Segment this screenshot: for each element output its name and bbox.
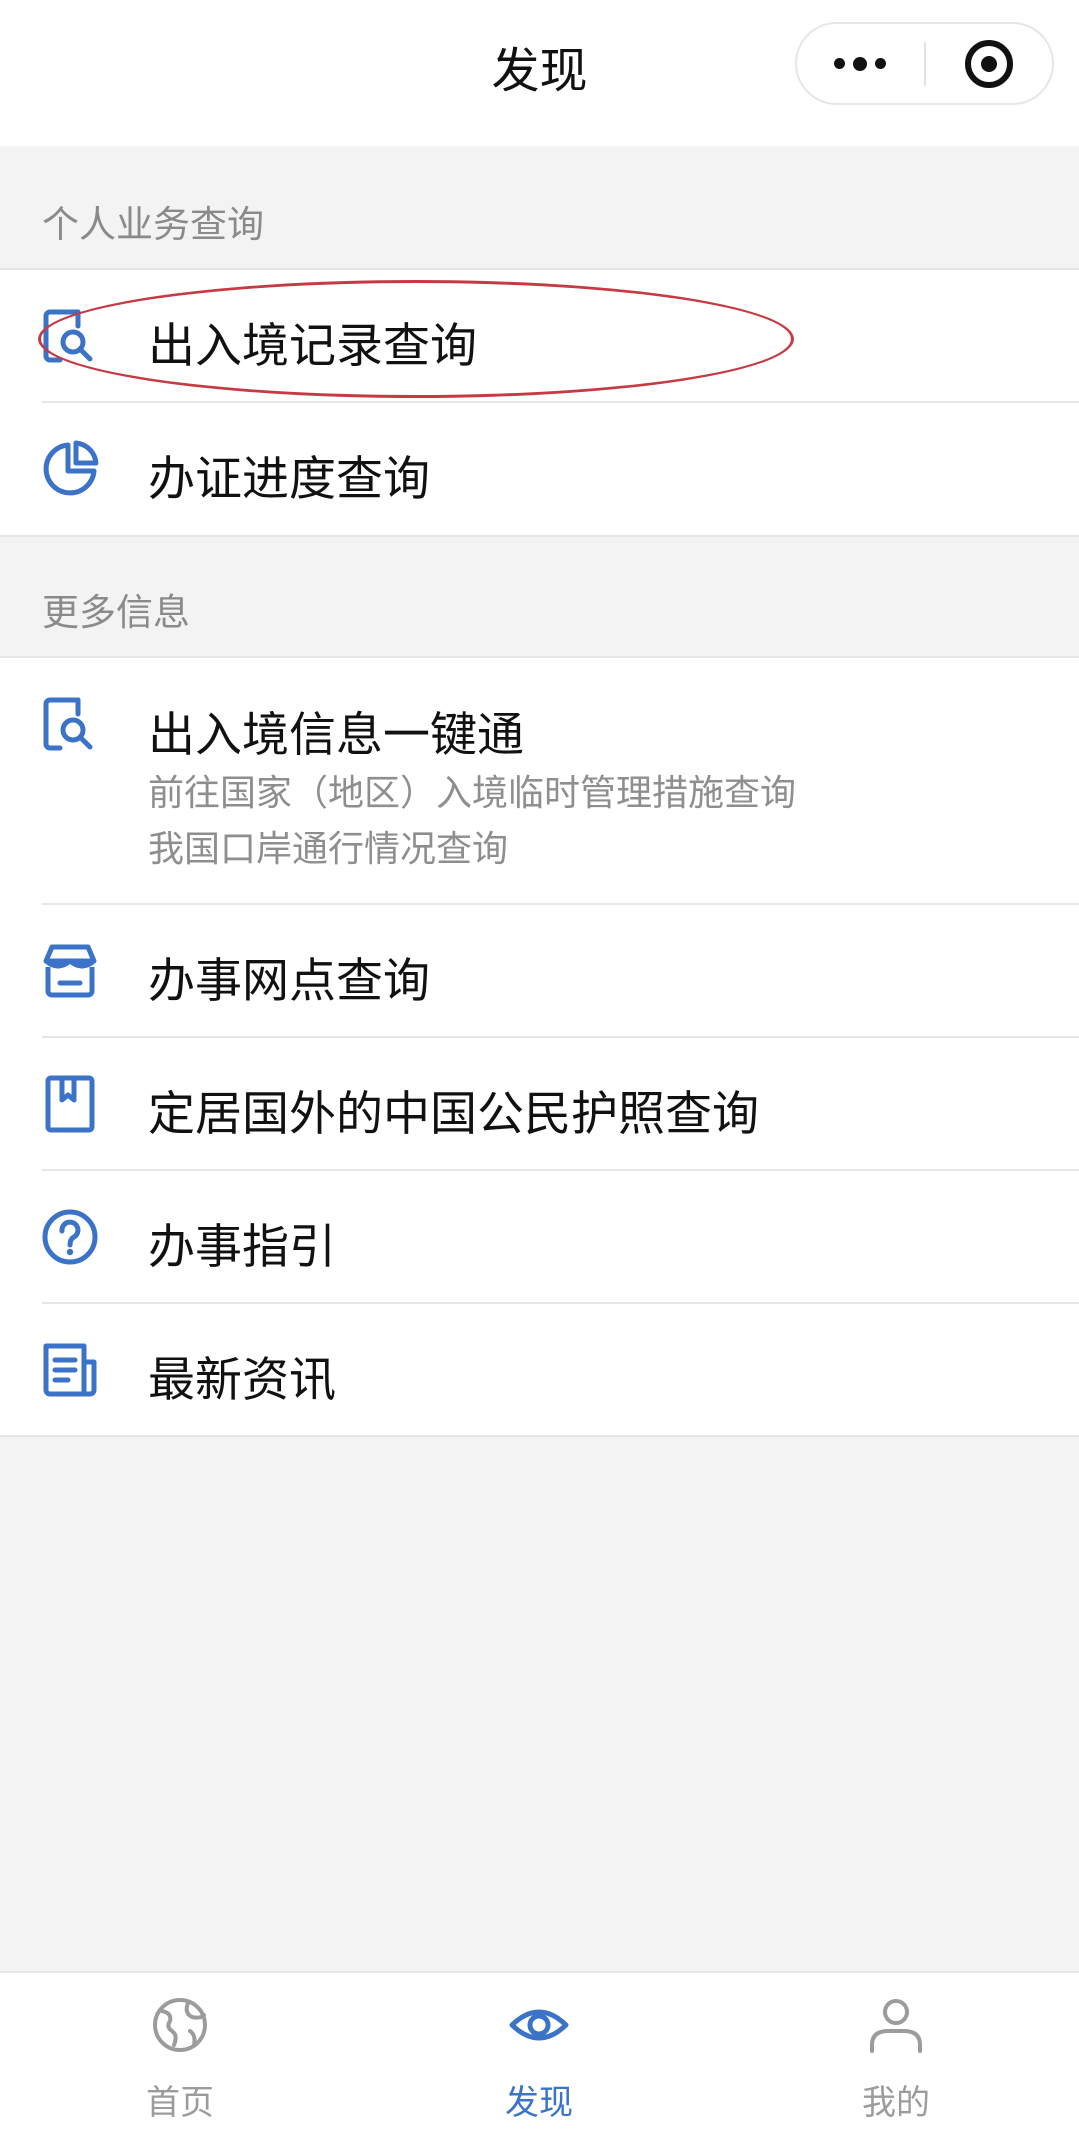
store-icon (43, 944, 97, 998)
more-dots-icon (834, 56, 887, 71)
more-button[interactable] (797, 24, 924, 103)
passport-book-icon (45, 1075, 95, 1133)
list-item-latest-news[interactable]: 最新资讯 (0, 1304, 1079, 1437)
list-item-title: 定居国外的中国公民护照查询 (148, 1087, 759, 1142)
list-item-application-progress[interactable]: 办证进度查询 (0, 403, 1079, 536)
news-icon (43, 1343, 97, 1397)
section-label-personal: 个人业务查询 (42, 203, 264, 246)
tab-discover[interactable]: 发现 (419, 1973, 659, 2141)
list-item-title: 出入境信息一键通 (148, 708, 524, 763)
user-icon (870, 1999, 922, 2053)
target-icon (964, 39, 1013, 88)
close-mini-program-button[interactable] (926, 24, 1053, 103)
globe-icon (153, 1998, 207, 2052)
tab-bar: 首页 发现 我的 (0, 1971, 1079, 2141)
tab-label: 发现 (505, 2083, 573, 2123)
list-item-subtitle: 我国口岸通行情况查询 (148, 829, 509, 870)
mini-program-capsule (795, 22, 1054, 105)
list-item-overseas-passport[interactable]: 定居国外的中国公民护照查询 (0, 1038, 1079, 1171)
question-circle-icon (42, 1209, 98, 1265)
tab-home[interactable]: 首页 (60, 1973, 300, 2141)
tab-label: 首页 (146, 2083, 214, 2123)
list-item-entry-exit-info[interactable]: 出入境信息一键通 前往国家（地区）入境临时管理措施查询 我国口岸通行情况查询 (0, 658, 1079, 905)
tab-mine[interactable]: 我的 (776, 1973, 1016, 2141)
section-label-more-info: 更多信息 (42, 591, 190, 634)
list-item-service-guide[interactable]: 办事指引 (0, 1171, 1079, 1304)
personal-query-card: 出入境记录查询 办证进度查询 (0, 268, 1079, 537)
list-item-title: 最新资讯 (148, 1353, 336, 1408)
pie-chart-icon (43, 440, 99, 496)
list-item-service-outlets[interactable]: 办事网点查询 (0, 905, 1079, 1038)
nav-bar: 发现 (0, 0, 1079, 146)
eye-icon (509, 2009, 569, 2041)
list-item-title: 办事网点查询 (148, 954, 430, 1009)
tab-label: 我的 (862, 2083, 930, 2123)
list-item-entry-exit-record[interactable]: 出入境记录查询 (0, 270, 1079, 403)
document-search-icon (43, 309, 93, 363)
list-item-title: 办事指引 (148, 1220, 336, 1275)
more-info-card: 出入境信息一键通 前往国家（地区）入境临时管理措施查询 我国口岸通行情况查询 办… (0, 656, 1079, 1437)
list-item-title: 出入境记录查询 (148, 319, 477, 374)
list-item-title: 办证进度查询 (148, 452, 430, 507)
discover-page: 发现 个人业务查询 出入境记录查询 办证进度查询 更多信息 出入境信息一键通 前… (0, 0, 1079, 2141)
document-search-icon (43, 697, 93, 751)
list-item-subtitle: 前往国家（地区）入境临时管理措施查询 (148, 773, 797, 814)
